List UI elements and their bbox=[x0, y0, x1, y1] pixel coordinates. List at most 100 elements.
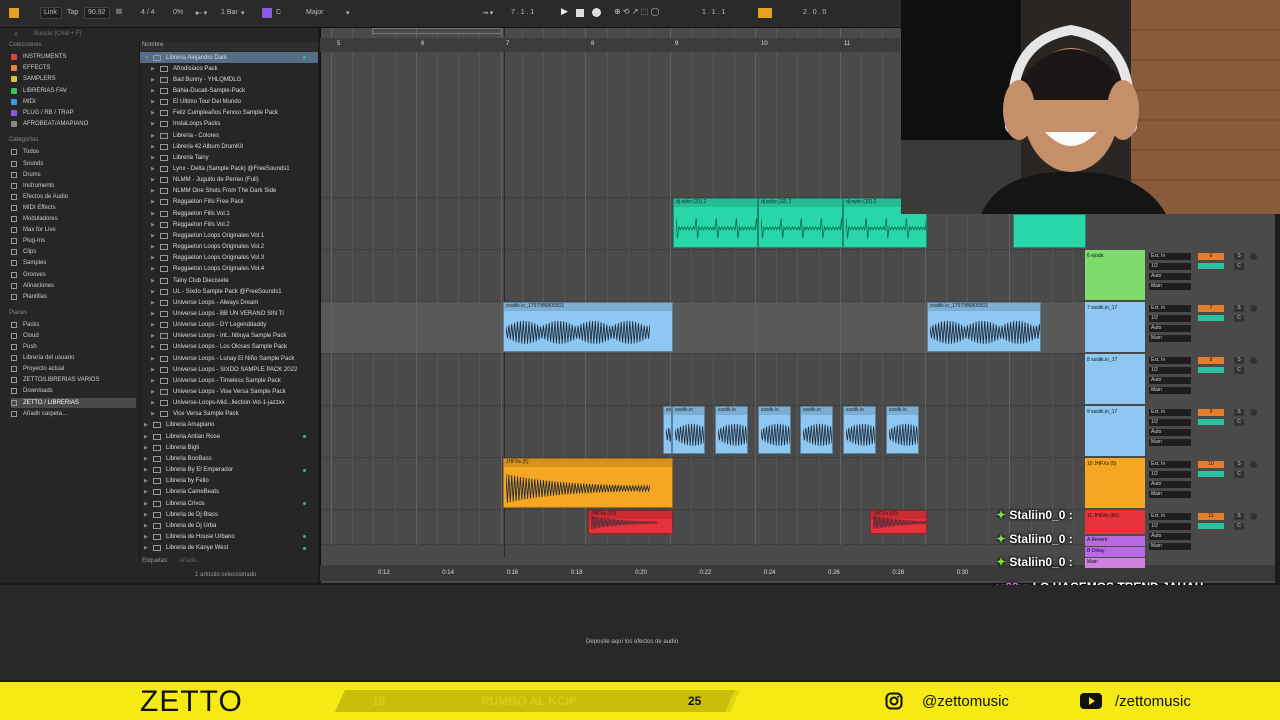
time-marker[interactable]: 0:14 bbox=[442, 570, 454, 576]
bar-marker[interactable]: 7 bbox=[506, 41, 509, 47]
folder-row[interactable]: ▶ Reggaeton Fills Free Pack bbox=[140, 197, 318, 208]
track-header[interactable]: 8 ssstik.io_17 bbox=[1085, 354, 1145, 404]
time-marker[interactable]: 0:16 bbox=[507, 570, 519, 576]
category-item[interactable]: Instruments bbox=[11, 181, 136, 191]
play-icon[interactable]: ▶ bbox=[561, 6, 568, 17]
track-activator[interactable]: 6 bbox=[1198, 253, 1224, 260]
expand-arrow-icon[interactable]: ▶ bbox=[144, 445, 151, 451]
cue-button[interactable]: C bbox=[1234, 315, 1244, 322]
monitor-toggle[interactable]: Auto bbox=[1149, 377, 1191, 384]
solo-button[interactable]: S bbox=[1234, 513, 1244, 520]
audio-clip[interactable]: ssstik.io bbox=[886, 406, 919, 454]
collection-item[interactable]: EFFECTS bbox=[11, 63, 136, 73]
expand-arrow-icon[interactable]: ▶ bbox=[151, 255, 158, 261]
track-activator[interactable]: 8 bbox=[1198, 357, 1224, 364]
tap-button[interactable]: Tap bbox=[67, 9, 78, 16]
expand-arrow-icon[interactable]: ▶ bbox=[144, 534, 151, 540]
return-track-header[interactable]: B Delay bbox=[1085, 547, 1145, 557]
folder-row[interactable]: ▶ Reggaeton Fills Vol.2 bbox=[140, 219, 318, 230]
expand-arrow-icon[interactable]: ▶ bbox=[144, 478, 151, 484]
collapse-arrow-icon[interactable]: ▼ bbox=[144, 55, 151, 61]
track-lane[interactable] bbox=[321, 250, 1086, 302]
monitor-toggle[interactable]: Auto bbox=[1149, 273, 1191, 280]
bar-marker[interactable]: 5 bbox=[337, 41, 340, 47]
beat-ruler[interactable]: 5 6 7 8 9 10 11 bbox=[320, 28, 900, 52]
arm-button[interactable] bbox=[1250, 357, 1257, 364]
folder-row[interactable]: ▶ Reggaeton Loops Originales Vol.2 bbox=[140, 242, 318, 253]
track-header[interactable]: 11 JHFXs (50) bbox=[1085, 510, 1145, 534]
solo-button[interactable]: S bbox=[1234, 409, 1244, 416]
track-header[interactable]: 9 ssstik.io_17 bbox=[1085, 406, 1145, 456]
expand-arrow-icon[interactable]: ▶ bbox=[151, 344, 158, 350]
scale-dropdown-icon[interactable]: ▾ bbox=[346, 9, 350, 17]
record-icon[interactable] bbox=[592, 8, 601, 17]
folder-row[interactable]: ▶ NLMM One Shots From The Dark Side bbox=[140, 186, 318, 197]
volume-slider[interactable] bbox=[1198, 263, 1224, 269]
expand-arrow-icon[interactable]: ▶ bbox=[144, 422, 151, 428]
solo-button[interactable]: S bbox=[1234, 357, 1244, 364]
link-button[interactable]: Link bbox=[44, 9, 57, 16]
expand-arrow-icon[interactable]: ▶ bbox=[151, 333, 158, 339]
category-item[interactable]: Clips bbox=[11, 247, 136, 257]
volume-slider[interactable] bbox=[1198, 471, 1224, 477]
place-item[interactable]: Packs bbox=[11, 320, 136, 330]
track-lane[interactable] bbox=[321, 458, 1086, 510]
arm-button[interactable] bbox=[1250, 305, 1257, 312]
channel-select[interactable]: 1/2 bbox=[1149, 367, 1191, 374]
input-select[interactable]: Ext. In bbox=[1149, 461, 1191, 468]
cue-button[interactable]: C bbox=[1234, 419, 1244, 426]
place-item[interactable]: Cloud bbox=[11, 331, 136, 341]
folder-row[interactable]: ▶ Bad Bunny - YHLQMDLG bbox=[140, 74, 318, 85]
category-item[interactable]: MIDI Effects bbox=[11, 203, 136, 213]
expand-arrow-icon[interactable]: ▶ bbox=[151, 389, 158, 395]
quantize-dropdown-icon[interactable]: ▾ bbox=[241, 9, 245, 17]
expand-arrow-icon[interactable]: ▶ bbox=[144, 512, 151, 518]
track-lane[interactable] bbox=[321, 510, 1086, 545]
expand-arrow-icon[interactable]: ▶ bbox=[151, 411, 158, 417]
return-track-header[interactable]: A Reverb bbox=[1085, 536, 1145, 546]
category-item[interactable]: Drums bbox=[11, 170, 136, 180]
folder-row[interactable]: ▶ Libreria de Dj Urba bbox=[140, 520, 318, 531]
expand-arrow-icon[interactable]: ▶ bbox=[151, 278, 158, 284]
folder-row[interactable]: ▶ Libreria de House Urbano bbox=[140, 531, 318, 542]
expand-arrow-icon[interactable]: ▶ bbox=[151, 188, 158, 194]
folder-row[interactable]: ▶ Reggaeton Loops Originales Vol.3 bbox=[140, 253, 318, 264]
expand-arrow-icon[interactable]: ▶ bbox=[151, 244, 158, 250]
folder-row[interactable]: ▶ Lynx - Delta (Sample Pack) @FreeSounds1 bbox=[140, 164, 318, 175]
expand-arrow-icon[interactable]: ▶ bbox=[151, 99, 158, 105]
quantize-menu[interactable]: 1 Bar bbox=[221, 9, 238, 16]
folder-row[interactable]: ▶ Universe Loops - Lunay El Niño Sample P… bbox=[140, 353, 318, 364]
output-select[interactable]: Main bbox=[1149, 387, 1191, 394]
folder-row[interactable]: ▶ Universe Loops - Timeless Sample Pack bbox=[140, 375, 318, 386]
output-select[interactable]: Main bbox=[1149, 439, 1191, 446]
arm-button[interactable] bbox=[1250, 409, 1257, 416]
folder-row[interactable]: ▶ Universe Loops - BB UN VERANO SIN TI bbox=[140, 308, 318, 319]
channel-select[interactable]: 1/2 bbox=[1149, 263, 1191, 270]
cue-button[interactable]: C bbox=[1234, 263, 1244, 270]
folder-row[interactable]: ▶ Libreria By El Emperador bbox=[140, 465, 318, 476]
channel-select[interactable]: 1/2 bbox=[1149, 315, 1191, 322]
folder-row[interactable]: ▶ Universe-Loops-Mid...llection-Vol-1-jaz… bbox=[140, 398, 318, 409]
bar-marker[interactable]: 11 bbox=[844, 41, 850, 47]
expand-arrow-icon[interactable]: ▶ bbox=[151, 77, 158, 83]
category-item[interactable]: Moduladores bbox=[11, 214, 136, 224]
category-item[interactable]: Todos bbox=[11, 147, 136, 157]
time-signature[interactable]: 4 / 4 bbox=[141, 9, 155, 16]
search-icon[interactable]: ⌕ bbox=[14, 31, 18, 39]
expand-arrow-icon[interactable]: ▶ bbox=[151, 199, 158, 205]
expand-arrow-icon[interactable]: ▶ bbox=[144, 456, 151, 462]
expand-arrow-icon[interactable]: ▶ bbox=[151, 88, 158, 94]
input-select[interactable]: Ext. In bbox=[1149, 305, 1191, 312]
expand-arrow-icon[interactable]: ▶ bbox=[151, 121, 158, 127]
bar-marker[interactable]: 8 bbox=[591, 41, 594, 47]
folder-row[interactable]: ▶ UL - Sixdo Sample Pack @FreeSounds1 bbox=[140, 286, 318, 297]
expand-arrow-icon[interactable]: ▶ bbox=[151, 233, 158, 239]
volume-slider[interactable] bbox=[1198, 523, 1224, 529]
time-marker[interactable]: 0:28 bbox=[892, 570, 904, 576]
audio-clip[interactable]: JHFXs (5) bbox=[503, 458, 673, 508]
place-item[interactable]: Proyecto actual bbox=[11, 364, 136, 374]
folder-row[interactable]: ▶ Reggaeton Loops Originales Vol.4 bbox=[140, 264, 318, 275]
category-item[interactable]: Grooves bbox=[11, 270, 136, 280]
monitor-toggle[interactable]: Auto bbox=[1149, 429, 1191, 436]
expand-arrow-icon[interactable]: ▶ bbox=[151, 311, 158, 317]
